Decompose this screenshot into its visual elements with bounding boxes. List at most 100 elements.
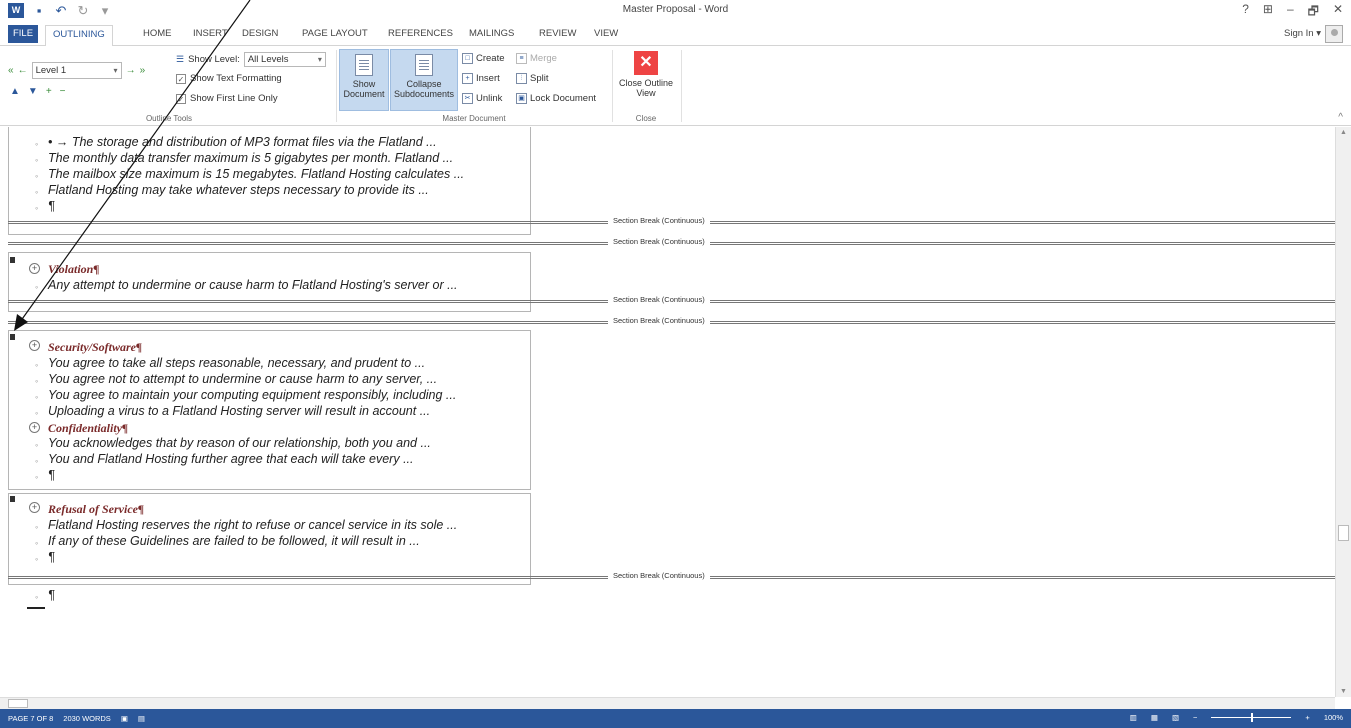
unlink-button[interactable]: ✂ Unlink xyxy=(462,93,502,104)
tab-page-layout[interactable]: PAGE LAYOUT xyxy=(302,26,368,42)
subdocument-icon[interactable] xyxy=(10,257,15,263)
tab-home[interactable]: HOME xyxy=(143,26,172,42)
collapse-ribbon-icon[interactable]: ^ xyxy=(1338,112,1343,123)
collapse-subdocuments-icon xyxy=(415,54,433,76)
outline-line[interactable]: Flatland Hosting reserves the right to r… xyxy=(48,518,457,532)
show-text-formatting-checkbox[interactable]: ✓ xyxy=(176,73,186,84)
outline-bullet: ◦ xyxy=(35,155,39,165)
horizontal-scroll-thumb[interactable] xyxy=(8,699,28,708)
subdocument-icon[interactable] xyxy=(10,334,15,340)
show-document-button[interactable]: Show Document xyxy=(339,49,389,111)
demote-icon[interactable]: → xyxy=(126,65,136,76)
zoom-slider[interactable] xyxy=(1211,713,1292,722)
read-mode-icon[interactable]: ▥ xyxy=(1130,713,1137,722)
paragraph-mark[interactable]: ¶ xyxy=(48,468,55,482)
insert-subdocument-button[interactable]: + Insert xyxy=(462,73,500,84)
close-group-label: Close xyxy=(635,114,657,123)
outline-line[interactable]: You agree to take all steps reasonable, … xyxy=(48,356,425,370)
web-layout-icon[interactable]: ▧ xyxy=(1172,713,1179,722)
close-outline-view-button[interactable]: ✕ Close Outline View xyxy=(614,49,678,111)
outline-line[interactable]: Uploading a virus to a Flatland Hosting … xyxy=(48,404,430,418)
split-button[interactable]: ⫶ Split xyxy=(516,73,548,84)
outline-line[interactable]: You agree not to attempt to undermine or… xyxy=(48,372,437,386)
expand-heading-icon[interactable]: + xyxy=(29,502,40,513)
restore-icon[interactable]: 🗗 xyxy=(1308,2,1319,23)
outline-line[interactable]: Any attempt to undermine or cause harm t… xyxy=(48,278,458,292)
promote-to-heading1-icon[interactable]: « xyxy=(8,65,14,76)
tab-file[interactable]: FILE xyxy=(8,25,38,43)
minimize-icon[interactable]: – xyxy=(1287,2,1294,23)
paragraph-mark[interactable]: ¶ xyxy=(48,588,55,602)
scroll-up-icon[interactable]: ▲ xyxy=(1340,129,1347,136)
document-area[interactable]: ◦ • → The storage and distribution of MP… xyxy=(0,127,1335,697)
expand-heading-icon[interactable]: + xyxy=(29,340,40,351)
ribbon-display-options-icon[interactable]: ⊞ xyxy=(1263,2,1273,23)
macro-record-icon[interactable]: ▤ xyxy=(138,714,145,723)
unlink-icon: ✂ xyxy=(462,93,473,104)
zoom-out-icon[interactable]: − xyxy=(1193,713,1197,722)
sign-in-link[interactable]: Sign In ▾ xyxy=(1284,28,1321,39)
page-count[interactable]: PAGE 7 OF 8 xyxy=(8,714,53,723)
tab-insert[interactable]: INSERT xyxy=(193,26,228,42)
expand-heading-icon[interactable]: + xyxy=(29,422,40,433)
heading-violation[interactable]: Violation¶ xyxy=(48,262,99,277)
promote-icon[interactable]: ← xyxy=(18,65,28,76)
group-separator xyxy=(681,50,682,122)
outline-line[interactable]: The mailbox size maximum is 15 megabytes… xyxy=(48,167,464,181)
scroll-down-icon[interactable]: ▼ xyxy=(1340,688,1347,695)
paragraph-mark[interactable]: ¶ xyxy=(48,550,55,564)
outline-line[interactable]: You agree to maintain your computing equ… xyxy=(48,388,456,402)
horizontal-scrollbar[interactable] xyxy=(0,697,1335,709)
expand-heading-icon[interactable]: + xyxy=(29,263,40,274)
tab-review[interactable]: REVIEW xyxy=(539,26,576,42)
tab-view[interactable]: VIEW xyxy=(594,26,618,42)
move-up-icon[interactable]: ▲ xyxy=(10,86,20,97)
outline-line[interactable]: You acknowledges that by reason of our r… xyxy=(48,436,431,450)
outline-line-text: The storage and distribution of MP3 form… xyxy=(71,135,437,149)
avatar[interactable] xyxy=(1325,25,1343,43)
show-level-select[interactable]: All Levels xyxy=(243,52,326,67)
section-break-label: Section Break (Continuous) xyxy=(608,571,710,580)
expand-icon[interactable]: + xyxy=(46,86,52,97)
zoom-level[interactable]: 100% xyxy=(1324,713,1343,722)
outline-bullet: ◦ xyxy=(35,139,39,149)
status-right: ▥ ▦ ▧ − + 100% xyxy=(1130,713,1343,722)
vertical-scrollbar[interactable]: ▲ ▼ xyxy=(1335,127,1351,697)
proofing-icon[interactable]: ▣ xyxy=(121,714,128,723)
tab-references[interactable]: REFERENCES xyxy=(388,26,453,42)
vertical-scroll-thumb[interactable] xyxy=(1338,525,1349,541)
tab-design[interactable]: DESIGN xyxy=(242,26,278,42)
demote-to-body-text-icon[interactable]: » xyxy=(140,65,146,76)
tab-outlining[interactable]: OUTLINING xyxy=(45,25,113,47)
tab-mailings[interactable]: MAILINGS xyxy=(469,26,514,42)
outline-bullet: ◦ xyxy=(35,538,39,548)
outline-line[interactable]: If any of these Guidelines are failed to… xyxy=(48,534,420,548)
paragraph-mark[interactable]: ¶ xyxy=(48,199,55,213)
outline-line[interactable]: Flatland Hosting may take whatever steps… xyxy=(48,183,429,197)
outline-line[interactable]: The monthly data transfer maximum is 5 g… xyxy=(48,151,453,165)
print-layout-icon[interactable]: ▦ xyxy=(1151,713,1158,722)
heading-confidentiality[interactable]: Confidentiality¶ xyxy=(48,421,128,436)
subdocument-icon[interactable] xyxy=(10,496,15,502)
heading-security-software[interactable]: Security/Software¶ xyxy=(48,340,142,355)
merge-button[interactable]: ≡ Merge xyxy=(516,53,557,64)
heading-refusal-of-service[interactable]: Refusal of Service¶ xyxy=(48,502,144,517)
move-down-icon[interactable]: ▼ xyxy=(28,86,38,97)
word-count[interactable]: 2030 WORDS xyxy=(63,714,111,723)
outline-bullet: ◦ xyxy=(35,392,39,402)
outline-bullet: ◦ xyxy=(35,376,39,386)
outline-level-select[interactable]: Level 1 xyxy=(31,62,122,79)
close-window-icon[interactable]: ✕ xyxy=(1333,2,1343,23)
section-break-label: Section Break (Continuous) xyxy=(608,237,710,246)
collapse-icon[interactable]: − xyxy=(60,86,66,97)
outline-line[interactable]: • → The storage and distribution of MP3 … xyxy=(48,135,437,149)
outline-line[interactable]: You and Flatland Hosting further agree t… xyxy=(48,452,414,466)
lock-document-label: Lock Document xyxy=(530,93,597,104)
outline-bullet: ◦ xyxy=(35,440,39,450)
lock-document-button[interactable]: ▣ Lock Document xyxy=(516,93,596,104)
create-button[interactable]: □ Create xyxy=(462,53,505,64)
help-icon[interactable]: ? xyxy=(1242,2,1249,23)
show-first-line-only-checkbox[interactable]: ✓ xyxy=(176,93,186,104)
zoom-in-icon[interactable]: + xyxy=(1305,713,1309,722)
collapse-subdocuments-button[interactable]: Collapse Subdocuments xyxy=(390,49,458,111)
